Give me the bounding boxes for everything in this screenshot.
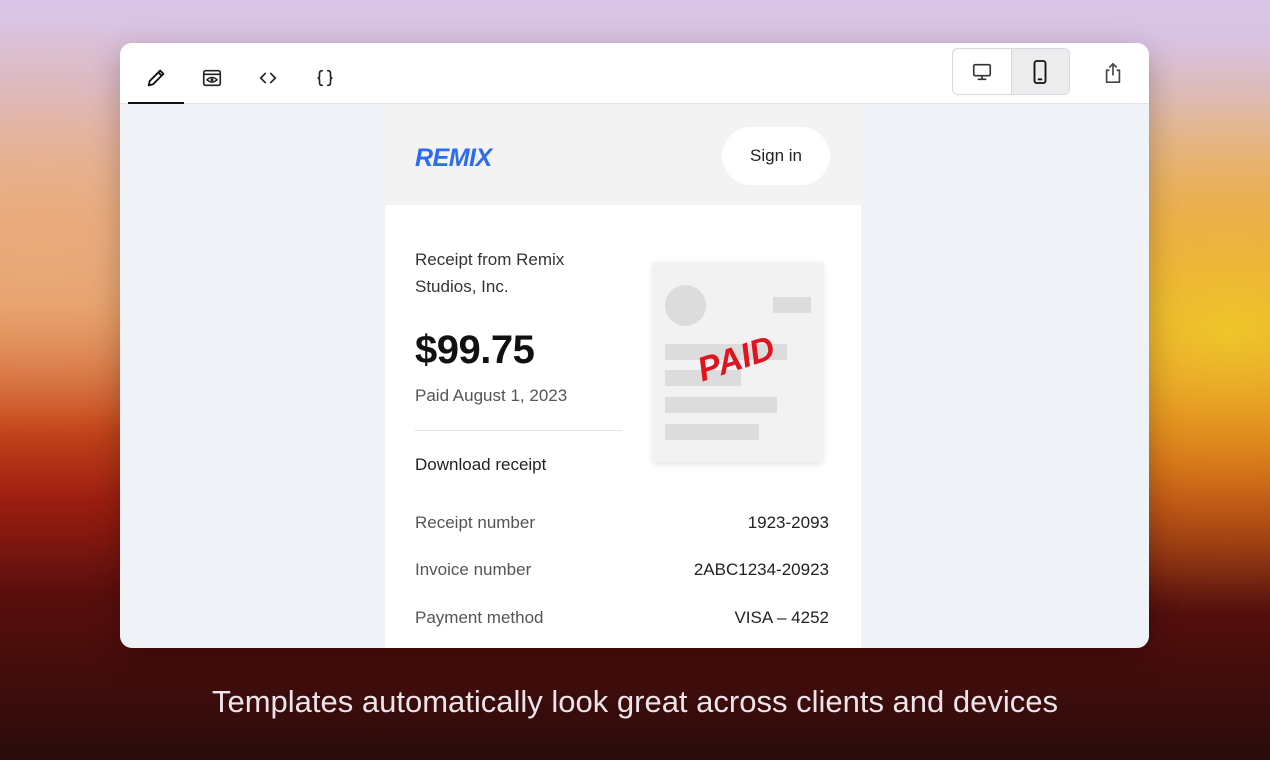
json-tab[interactable] xyxy=(297,53,353,103)
detail-label: Payment method xyxy=(415,608,544,627)
email-preview: REMIX Sign in Receipt from Remix Studios… xyxy=(385,104,861,648)
curly-braces-icon xyxy=(317,69,333,87)
desktop-view-button[interactable] xyxy=(953,49,1011,94)
share-icon xyxy=(1105,63,1121,83)
detail-value: 1923-2093 xyxy=(747,513,829,532)
editor-window: REMIX Sign in Receipt from Remix Studios… xyxy=(120,43,1149,648)
divider xyxy=(415,430,622,431)
pencil-icon xyxy=(147,69,165,87)
detail-row-invoice-number: Invoice number 2ABC1234-20923 xyxy=(415,560,829,580)
device-toggle xyxy=(952,48,1070,95)
email-header: REMIX Sign in xyxy=(385,104,861,205)
sign-in-button[interactable]: Sign in xyxy=(722,127,830,185)
edit-tab[interactable] xyxy=(128,53,184,104)
caption: Templates automatically look great acros… xyxy=(211,684,1059,719)
remix-logo: REMIX xyxy=(415,144,492,172)
download-receipt-link[interactable]: Download receipt xyxy=(415,455,546,475)
detail-label: Invoice number xyxy=(415,560,532,579)
code-tab[interactable] xyxy=(240,53,296,103)
toolbar xyxy=(120,43,1149,104)
detail-label: Receipt number xyxy=(415,513,536,532)
detail-row-payment-method: Payment method VISA – 4252 xyxy=(415,608,829,628)
preview-tab[interactable] xyxy=(184,53,240,103)
detail-row-receipt-number: Receipt number 1923-2093 xyxy=(415,513,829,533)
illustration-bar xyxy=(665,397,777,413)
paid-date: Paid August 1, 2023 xyxy=(415,386,568,405)
illustration-bar xyxy=(665,424,759,440)
mobile-icon xyxy=(1033,59,1047,84)
eye-preview-icon xyxy=(202,69,222,87)
illustration-avatar-placeholder xyxy=(665,285,706,326)
illustration-bar xyxy=(773,297,811,313)
receipt-illustration: PAID xyxy=(653,262,823,462)
code-brackets-icon xyxy=(259,72,277,84)
desktop-icon xyxy=(972,63,991,80)
share-button[interactable] xyxy=(1095,53,1131,93)
detail-value: 2ABC1234-20923 xyxy=(693,560,829,579)
mobile-view-button[interactable] xyxy=(1010,49,1069,94)
amount-paid: $99.75 xyxy=(415,328,535,372)
receipt-from-text: Receipt from Remix Studios, Inc. xyxy=(415,250,565,296)
detail-value: VISA – 4252 xyxy=(734,608,829,627)
